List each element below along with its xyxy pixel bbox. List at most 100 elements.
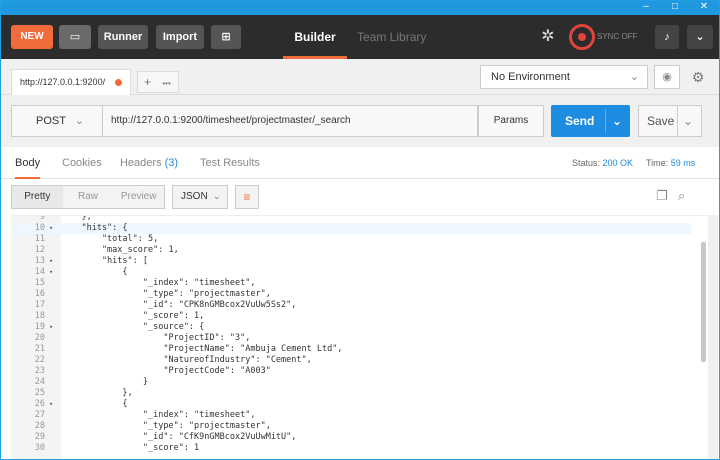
code-text: "_index": "timesheet", [61, 278, 256, 288]
preview-button[interactable]: Preview [113, 186, 164, 208]
line-number: 25 [34, 388, 45, 398]
code-text: "_type": "projectmaster", [61, 421, 271, 431]
format-value: JSON [181, 191, 208, 202]
app-header: NEW ▭ Runner Import ⊞ Builder Team Libra… [1, 15, 719, 59]
sync-status-label: SYNC OFF [597, 32, 638, 41]
line-number: 16 [34, 289, 45, 299]
line-number: 29 [34, 432, 45, 442]
line-number: 26 [34, 399, 45, 409]
chevron-down-icon[interactable]: ⌄ [612, 105, 622, 137]
save-button[interactable]: Save ⌄ [638, 105, 702, 137]
code-text: "NatureofIndustry": "Cement", [61, 355, 312, 365]
tab-test-results[interactable]: Test Results [200, 147, 260, 179]
code-line: 26 ▾ { [11, 399, 691, 410]
fold-arrow-icon[interactable]: ▾ [49, 256, 57, 267]
code-text: }, [61, 215, 92, 222]
fold-arrow-icon[interactable]: ▾ [49, 267, 57, 278]
line-number: 24 [34, 377, 45, 387]
code-line: 24 } [11, 377, 691, 388]
fold-arrow-icon[interactable]: ▾ [49, 399, 57, 410]
tab-team-library[interactable]: Team Library [357, 15, 426, 59]
code-line: 15 "_index": "timesheet", [11, 278, 691, 289]
code-text: "hits": [ [61, 256, 148, 266]
code-line: 10 ▾ "hits": { [11, 223, 691, 234]
menu-button[interactable]: ⌄ [687, 25, 713, 49]
plus-box-icon: ⊞ [221, 31, 231, 43]
raw-button[interactable]: Raw [63, 186, 114, 208]
manage-environments-button[interactable]: ⚙ [685, 65, 711, 89]
window-scrollbar[interactable] [708, 215, 718, 459]
code-text: { [61, 267, 128, 277]
wrap-lines-button[interactable]: ≡ [235, 185, 259, 209]
code-line: 20 "ProjectID": "3", [11, 333, 691, 344]
pretty-button[interactable]: Pretty [12, 186, 63, 208]
code-text: } [61, 377, 148, 387]
request-tabs-row: http://127.0.0.1:9200/ + ••• No Environm… [1, 59, 719, 95]
code-text: "_score": 1, [61, 311, 205, 321]
environment-quick-look-button[interactable]: ◉ [654, 65, 680, 89]
gear-icon: ⚙ [691, 69, 705, 85]
response-time: Time: 59 ms [646, 147, 695, 179]
line-number: 23 [34, 366, 45, 376]
request-tab[interactable]: http://127.0.0.1:9200/ [11, 69, 131, 95]
interceptor-icon[interactable]: ✲ [536, 25, 560, 49]
unsaved-dot-icon [115, 79, 122, 86]
more-tabs-button[interactable]: ••• [162, 79, 170, 88]
code-line: 30 "_score": 1 [11, 443, 691, 454]
tab-builder[interactable]: Builder [283, 15, 347, 59]
maximize-icon[interactable]: □ [662, 1, 688, 14]
code-line: 23 "ProjectCode": "A003" [11, 366, 691, 377]
fold-arrow-icon[interactable]: ▾ [49, 322, 57, 333]
code-text: "ProjectName": "Ambuja Cement Ltd", [61, 344, 343, 354]
editor-scrollbar[interactable] [701, 242, 706, 362]
response-tabs: Body Cookies Headers (3) Test Results St… [1, 147, 719, 179]
minimize-icon[interactable]: – [633, 1, 659, 14]
method-select[interactable]: POST ⌄ [11, 105, 103, 137]
line-number: 17 [34, 300, 45, 310]
sync-icon[interactable] [569, 24, 595, 50]
tab-headers[interactable]: Headers (3) [120, 147, 178, 179]
headers-count: (3) [164, 157, 179, 169]
close-icon[interactable]: ✕ [691, 1, 717, 14]
fold-arrow-icon[interactable]: ▾ [49, 223, 57, 234]
response-status: Status: 200 OK [572, 147, 633, 179]
environment-select[interactable]: No Environment ⌄ [480, 65, 648, 89]
import-button[interactable]: Import [156, 25, 204, 49]
layout-icon: ▭ [69, 31, 81, 43]
code-text: "ProjectCode": "A003" [61, 366, 271, 376]
sidebar-toggle-button[interactable]: ▭ [59, 25, 91, 49]
code-line: 25 }, [11, 388, 691, 399]
status-label: Status: [572, 158, 601, 168]
chevron-down-icon[interactable]: ⌄ [683, 106, 693, 136]
add-tab-button[interactable]: + [144, 75, 151, 89]
tab-cookies[interactable]: Cookies [62, 147, 102, 179]
line-number: 18 [34, 311, 45, 321]
chevron-down-icon: ⌄ [212, 191, 221, 202]
line-number: 14 [34, 267, 45, 277]
line-number: 20 [34, 333, 45, 343]
view-mode-group: Pretty Raw Preview [11, 185, 165, 209]
send-button[interactable]: Send ⌄ [551, 105, 630, 137]
code-line: 14 ▾ { [11, 267, 691, 278]
method-value: POST [36, 115, 66, 127]
response-body-editor[interactable]: 9 }, 10 ▾ "hits": {11 "total": 5, 12 "max_s… [11, 215, 708, 459]
notifications-button[interactable]: ♪ [655, 25, 679, 49]
search-icon[interactable]: ⌕ [678, 188, 694, 204]
status-value: 200 OK [602, 158, 634, 168]
runner-button[interactable]: Runner [98, 25, 148, 49]
code-line: 12 "max_score": 1, [11, 245, 691, 256]
copy-icon[interactable]: ❐ [656, 188, 670, 204]
app-window: – □ ✕ NEW ▭ Runner Import ⊞ Builder Team… [0, 0, 720, 460]
new-window-button[interactable]: ⊞ [211, 25, 241, 49]
url-input[interactable]: http://127.0.0.1:9200/timesheet/projectm… [102, 105, 478, 137]
format-select[interactable]: JSON ⌄ [172, 185, 228, 209]
tab-body[interactable]: Body [15, 147, 41, 179]
code-line: 21 "ProjectName": "Ambuja Cement Ltd", [11, 344, 691, 355]
new-button[interactable]: NEW [11, 25, 53, 49]
line-number: 10 [34, 223, 45, 233]
code-line: 28 "_type": "projectmaster", [11, 421, 691, 432]
params-button[interactable]: Params [478, 105, 544, 137]
code-text: "_score": 1 [61, 443, 200, 453]
environment-selected: No Environment [491, 71, 570, 83]
chevron-down-icon: ⌄ [74, 115, 84, 127]
